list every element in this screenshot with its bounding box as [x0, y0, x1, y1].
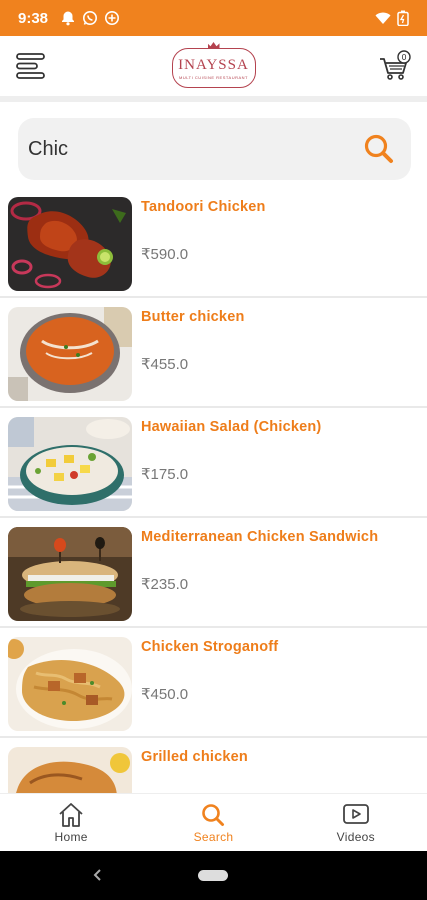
list-item[interactable]: Grilled chicken [0, 738, 427, 793]
food-price: ₹235.0 [141, 576, 189, 593]
menu-button[interactable] [14, 50, 48, 82]
bottom-nav: Home Search Videos [0, 793, 427, 851]
status-time: 9:38 [18, 9, 49, 27]
food-name: Mediterranean Chicken Sandwich [141, 529, 379, 545]
back-icon [93, 869, 101, 881]
header-divider [0, 96, 427, 102]
search-bar [18, 118, 411, 180]
brand-logo: INAYSSA MULTI CUISINE RESTAURANT [171, 40, 256, 92]
list-item[interactable]: Tandoori Chicken ₹590.0 [0, 188, 427, 298]
list-item[interactable]: Mediterranean Chicken Sandwich ₹235.0 [0, 518, 427, 628]
food-image [8, 747, 132, 793]
nav-videos[interactable]: Videos [285, 794, 427, 851]
whatsapp-icon [82, 10, 98, 26]
food-name: Hawaiian Salad (Chicken) [141, 419, 322, 435]
search-results-list: Tandoori Chicken ₹590.0 Butter chicken ₹… [0, 188, 427, 793]
system-nav-bar [0, 851, 427, 900]
food-image [8, 637, 132, 731]
nav-search[interactable]: Search [142, 794, 284, 851]
cart-count: 0 [401, 53, 406, 62]
nav-home[interactable]: Home [0, 794, 142, 851]
food-name: Chicken Stroganoff [141, 639, 279, 655]
search-input[interactable] [28, 129, 361, 169]
list-item[interactable]: Hawaiian Salad (Chicken) ₹175.0 [0, 408, 427, 518]
food-price: ₹455.0 [141, 356, 189, 373]
search-icon [202, 803, 225, 826]
nav-label: Search [193, 829, 234, 844]
food-name: Butter chicken [141, 309, 245, 325]
food-price: ₹450.0 [141, 686, 189, 703]
logo-text: INAYSSA [178, 56, 249, 73]
nav-label: Home [54, 829, 88, 844]
bell-icon [60, 10, 76, 26]
status-bar: 9:38 [0, 0, 427, 36]
food-image [8, 527, 132, 621]
food-image [8, 197, 132, 291]
food-name: Grilled chicken [141, 749, 248, 765]
food-price: ₹590.0 [141, 246, 189, 263]
food-name: Tandoori Chicken [141, 199, 266, 215]
logo-subtext: MULTI CUISINE RESTAURANT [179, 74, 248, 80]
back-button[interactable] [88, 865, 108, 885]
list-item[interactable]: Butter chicken ₹455.0 [0, 298, 427, 408]
battery-icon [397, 10, 413, 27]
food-image [8, 307, 132, 401]
home-gesture-pill[interactable] [198, 870, 228, 881]
home-icon [59, 802, 83, 827]
app-bar: INAYSSA MULTI CUISINE RESTAURANT 0 [0, 36, 427, 96]
cart-icon: 0 [380, 50, 411, 80]
cart-button[interactable]: 0 [377, 48, 413, 84]
food-price: ₹175.0 [141, 466, 189, 483]
wifi-icon [375, 10, 391, 26]
food-image [8, 417, 132, 511]
search-button[interactable] [361, 131, 397, 167]
menu-icon [16, 53, 45, 79]
nav-label: Videos [336, 829, 375, 844]
video-icon [342, 803, 369, 824]
list-item[interactable]: Chicken Stroganoff ₹450.0 [0, 628, 427, 738]
data-saver-icon [104, 10, 120, 26]
search-icon [364, 134, 393, 163]
